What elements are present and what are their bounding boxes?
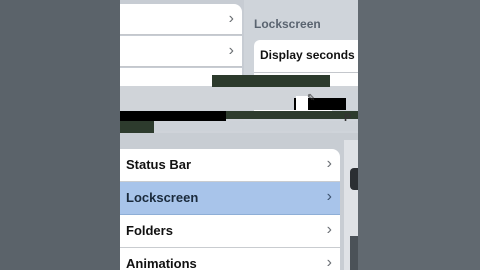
- chevron-right-icon: ›: [326, 221, 332, 238]
- settings-table: Status Bar › Lockscreen › Folders › Anim…: [120, 133, 358, 270]
- chevron-right-icon: ›: [326, 188, 332, 205]
- chevron-right-icon: ›: [326, 254, 332, 270]
- list-item-folders[interactable]: Folders ›: [120, 215, 340, 248]
- list-item-label: Status Bar: [126, 157, 192, 172]
- adjacent-view-shadow: [350, 236, 358, 270]
- pencil-icon: ✎: [307, 93, 316, 104]
- chevron-right-icon: ›: [326, 155, 332, 172]
- list-item-lockscreen[interactable]: Lockscreen ›: [120, 182, 340, 215]
- glitch-bar: [212, 75, 330, 87]
- glitch-bar: [226, 111, 358, 119]
- toggle-edge[interactable]: [350, 168, 358, 190]
- chevron-right-icon: ›: [228, 42, 234, 59]
- list-item-animations[interactable]: Animations ›: [120, 248, 340, 270]
- background-cell[interactable]: ›: [120, 4, 242, 35]
- glitch-bar: [120, 121, 154, 133]
- chevron-right-icon: ›: [228, 10, 234, 27]
- list-item-label: Animations: [126, 256, 197, 270]
- background-cell[interactable]: ›: [120, 36, 242, 67]
- artifact-text: P: [344, 112, 352, 124]
- device-screen: › › Lockscreen Display seconds Al ✎ P St…: [120, 0, 358, 270]
- glitch-band: [154, 121, 358, 131]
- list-item-status-bar[interactable]: Status Bar ›: [120, 149, 340, 182]
- list-item-label: Folders: [126, 223, 173, 238]
- left-letterbox: [0, 0, 120, 270]
- glitch-bar: [120, 111, 226, 121]
- right-letterbox: [358, 0, 480, 270]
- display-seconds-cell[interactable]: Display seconds: [254, 40, 358, 73]
- section-header: Lockscreen: [254, 17, 321, 31]
- list-item-label: Lockscreen: [126, 190, 199, 205]
- display-seconds-label: Display seconds: [260, 48, 355, 62]
